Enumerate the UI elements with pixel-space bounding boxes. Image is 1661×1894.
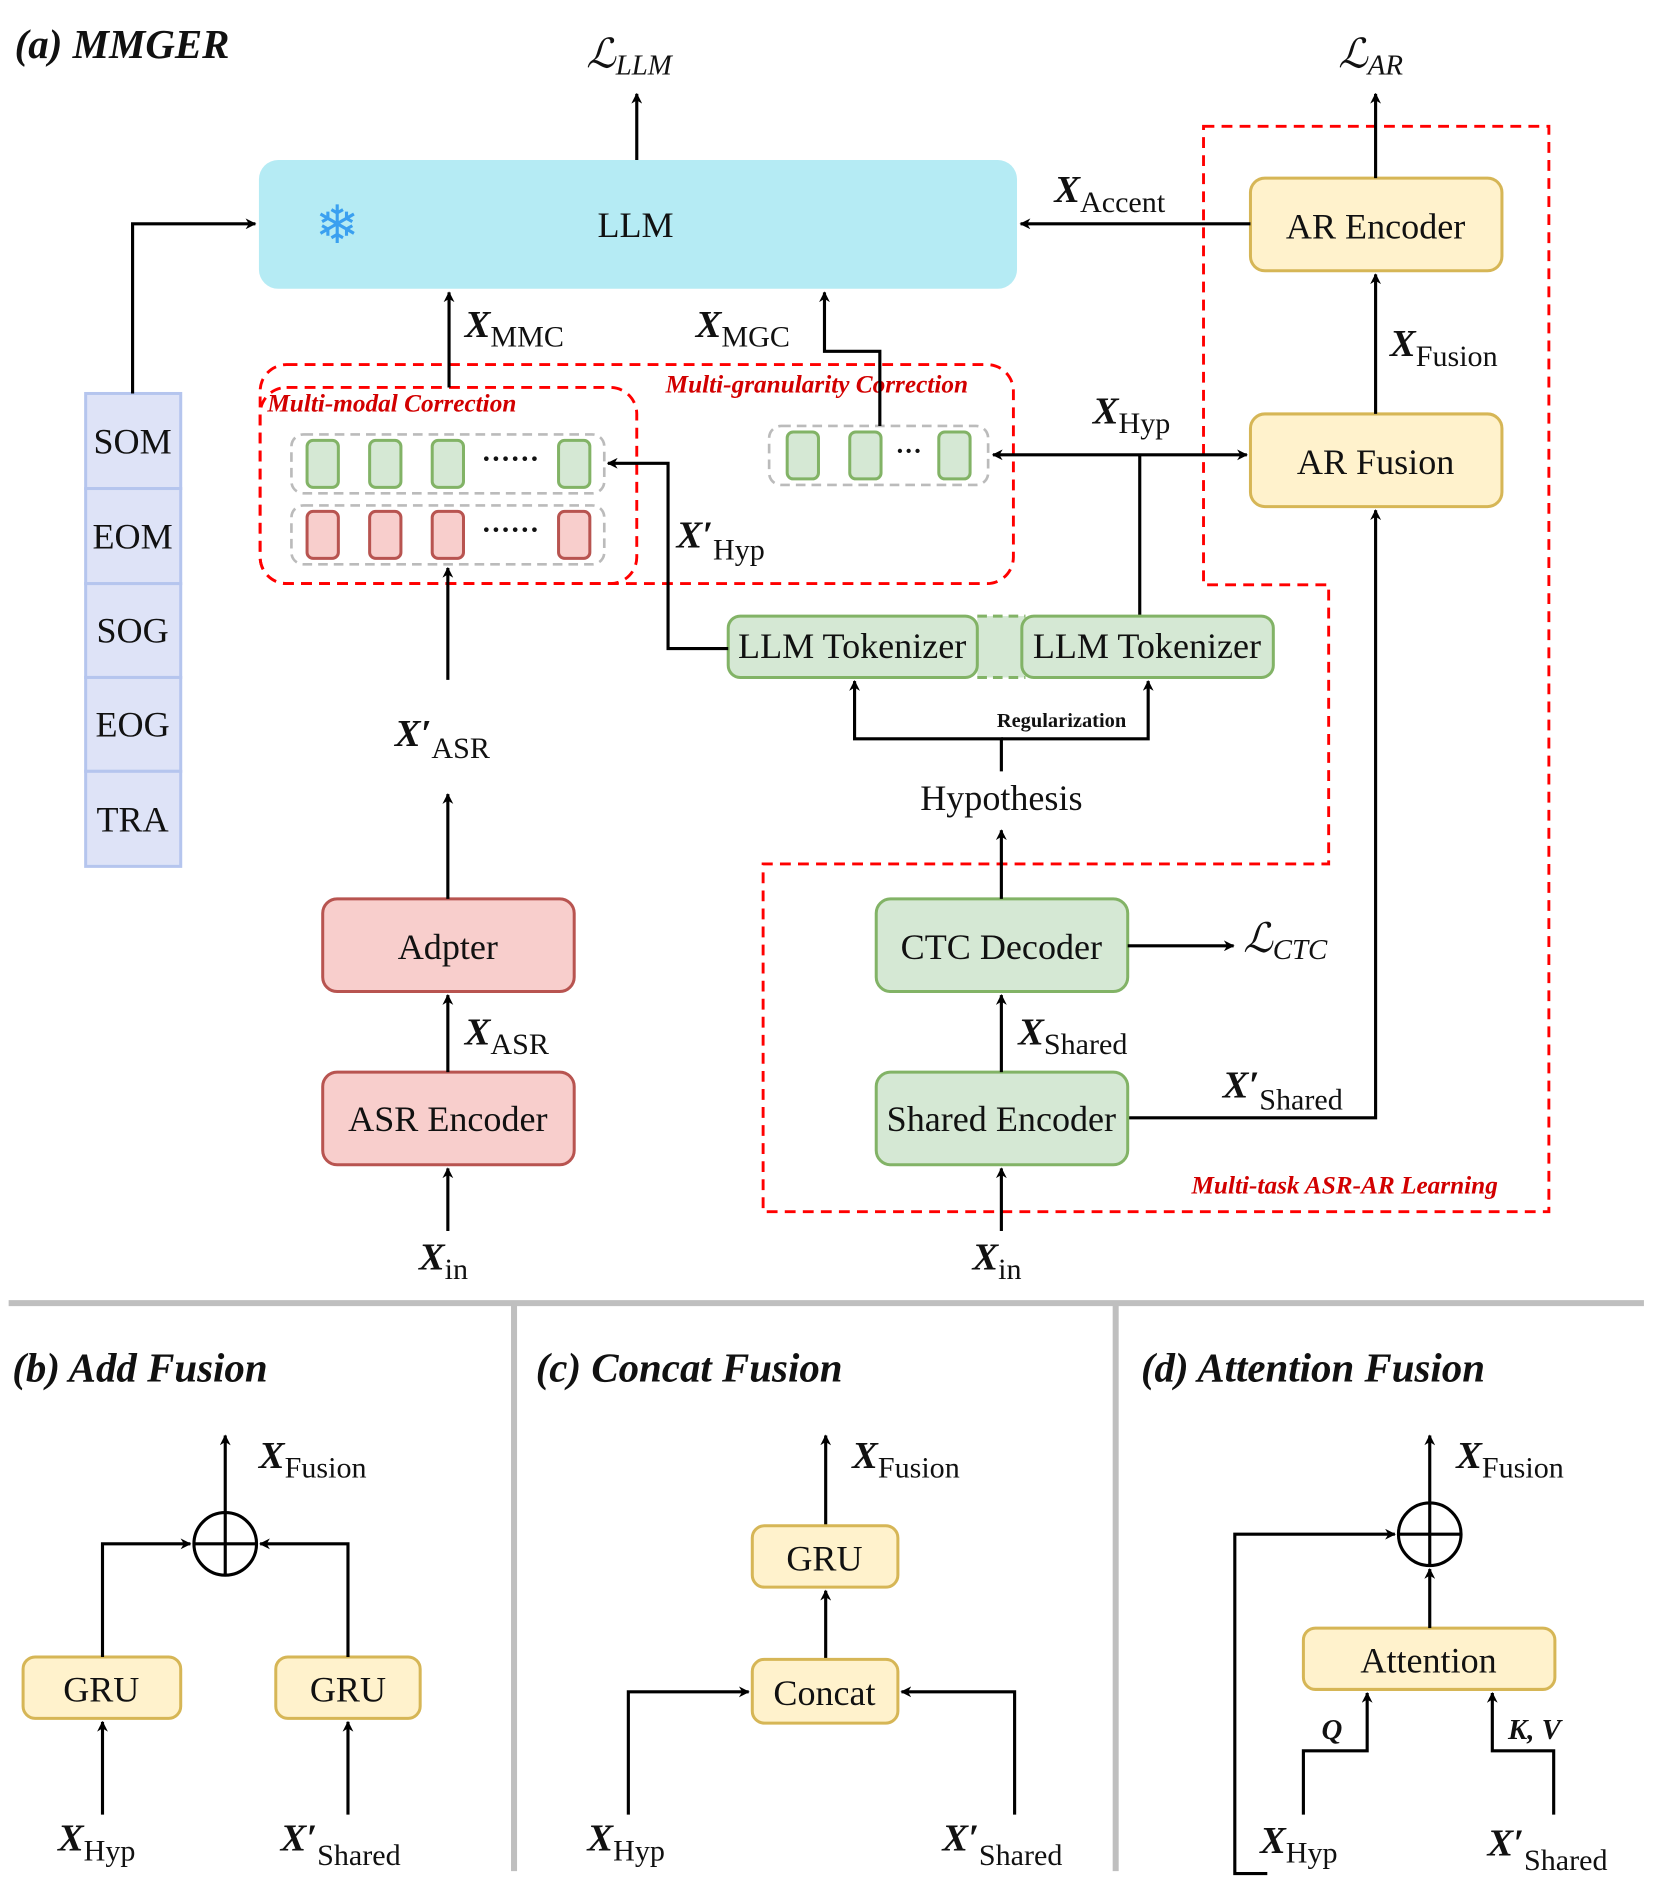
x-hyp-prime-label: X′Hyp — [675, 515, 764, 567]
snowflake-icon: ❄ — [315, 197, 359, 255]
panel-d-title: (d) Attention Fusion — [1141, 1345, 1485, 1390]
mmger-diagram: (a) MMGER Multi-modal Correction Multi-g… — [8, 22, 1644, 1877]
b-x-shared-prime: X′Shared — [280, 1818, 401, 1872]
c-x-shared-prime: X′Shared — [941, 1818, 1062, 1872]
ar-fusion-label: AR Fusion — [1297, 442, 1454, 482]
x-mmc-label: XMMC — [464, 304, 564, 354]
loss-ctc: ℒCTC — [1243, 916, 1328, 966]
special-token-column: SOM EOM SOG EOG TRA — [84, 391, 183, 868]
b-gru-right-label: GRU — [310, 1669, 386, 1709]
speech-token-ellipsis: ······ — [482, 514, 540, 546]
speech-tokens — [305, 509, 592, 560]
multi-granularity-label: Multi-granularity Correction — [665, 370, 968, 398]
d-x-shared-prime: X′Shared — [1487, 1822, 1608, 1876]
regularization-label: Regularization — [997, 710, 1127, 732]
text-token-ellipsis: ······ — [482, 443, 540, 475]
shared-to-fusion-arrow — [1128, 509, 1382, 1120]
panel-c: (c) Concat Fusion XFusion GRU Concat XHy… — [536, 1345, 1063, 1872]
b-gru-left-label: GRU — [63, 1669, 139, 1709]
adapter-label: Adpter — [398, 927, 498, 967]
b-x-hyp: XHyp — [57, 1818, 136, 1868]
ctc-decoder-label: CTC Decoder — [901, 927, 1102, 967]
token-som-label: SOM — [93, 422, 171, 462]
shared-encoder-label: Shared Encoder — [887, 1099, 1116, 1139]
mgc-arrow — [819, 291, 882, 426]
loss-ar: ℒAR — [1338, 31, 1403, 81]
token-tra-label: TRA — [96, 799, 168, 839]
c-concat-label: Concat — [773, 1673, 875, 1713]
kv-arrow — [1486, 1691, 1556, 1815]
multi-modal-label: Multi-modal Correction — [266, 390, 516, 418]
x-hyp-label: XHyp — [1092, 391, 1171, 441]
x-fusion-label: XFusion — [1389, 323, 1498, 373]
c-x-fusion: XFusion — [851, 1435, 960, 1485]
kv-label: K, V — [1507, 1714, 1564, 1746]
x-mgc-label: XMGC — [695, 304, 790, 354]
text-tokens — [305, 438, 592, 489]
token-sog-label: SOG — [96, 611, 168, 651]
panel-a-title: (a) MMGER — [15, 22, 230, 67]
multi-task-label: Multi-task ASR-AR Learning — [1190, 1172, 1497, 1200]
d-x-fusion: XFusion — [1455, 1435, 1564, 1485]
b-x-fusion: XFusion — [258, 1435, 367, 1485]
token-eom-label: EOM — [92, 517, 172, 557]
x-shared-label: XShared — [1017, 1011, 1127, 1061]
x-asr-prime-label: X′ASR — [394, 713, 491, 765]
ar-encoder-label: AR Encoder — [1286, 206, 1465, 246]
granularity-token-ellipsis: ··· — [895, 436, 921, 466]
llm-tokenizer-right-label: LLM Tokenizer — [1033, 626, 1261, 666]
c-x-hyp: XHyp — [586, 1818, 664, 1868]
residual-arrow — [1233, 1528, 1396, 1876]
x-in-right-label: Xin — [971, 1236, 1021, 1286]
d-attention-label: Attention — [1360, 1641, 1496, 1681]
tokens-to-llm-arrow — [131, 218, 257, 394]
q-arrow — [1301, 1691, 1373, 1815]
hypothesis-label: Hypothesis — [920, 778, 1082, 818]
panel-a: (a) MMGER Multi-modal Correction Multi-g… — [15, 22, 1551, 1286]
panel-c-title: (c) Concat Fusion — [536, 1345, 843, 1390]
loss-llm: ℒLLM — [586, 31, 674, 81]
x-shared-prime-label: X′Shared — [1222, 1064, 1343, 1116]
q-label: Q — [1321, 1714, 1342, 1746]
c-gru-label: GRU — [786, 1538, 862, 1578]
llm-tokenizer-left-label: LLM Tokenizer — [738, 626, 966, 666]
x-accent-label: XAccent — [1053, 169, 1165, 219]
hypothesis-to-left-tokenizer — [849, 679, 1003, 772]
d-x-hyp: XHyp — [1259, 1820, 1338, 1870]
token-eog-label: EOG — [96, 704, 170, 744]
panel-d: (d) Attention Fusion XFusion Attention Q… — [1141, 1345, 1608, 1877]
panel-b-title: (b) Add Fusion — [12, 1345, 267, 1390]
panel-b: (b) Add Fusion XFusion GRU GRU XHyp X′Sh… — [12, 1345, 422, 1872]
llm-label: LLM — [597, 205, 673, 245]
granularity-tokens — [785, 430, 972, 481]
x-in-left-label: Xin — [418, 1236, 468, 1286]
tokenizer-bridge — [977, 616, 1026, 678]
asr-encoder-label: ASR Encoder — [348, 1099, 547, 1139]
x-asr-label: XASR — [464, 1011, 550, 1061]
